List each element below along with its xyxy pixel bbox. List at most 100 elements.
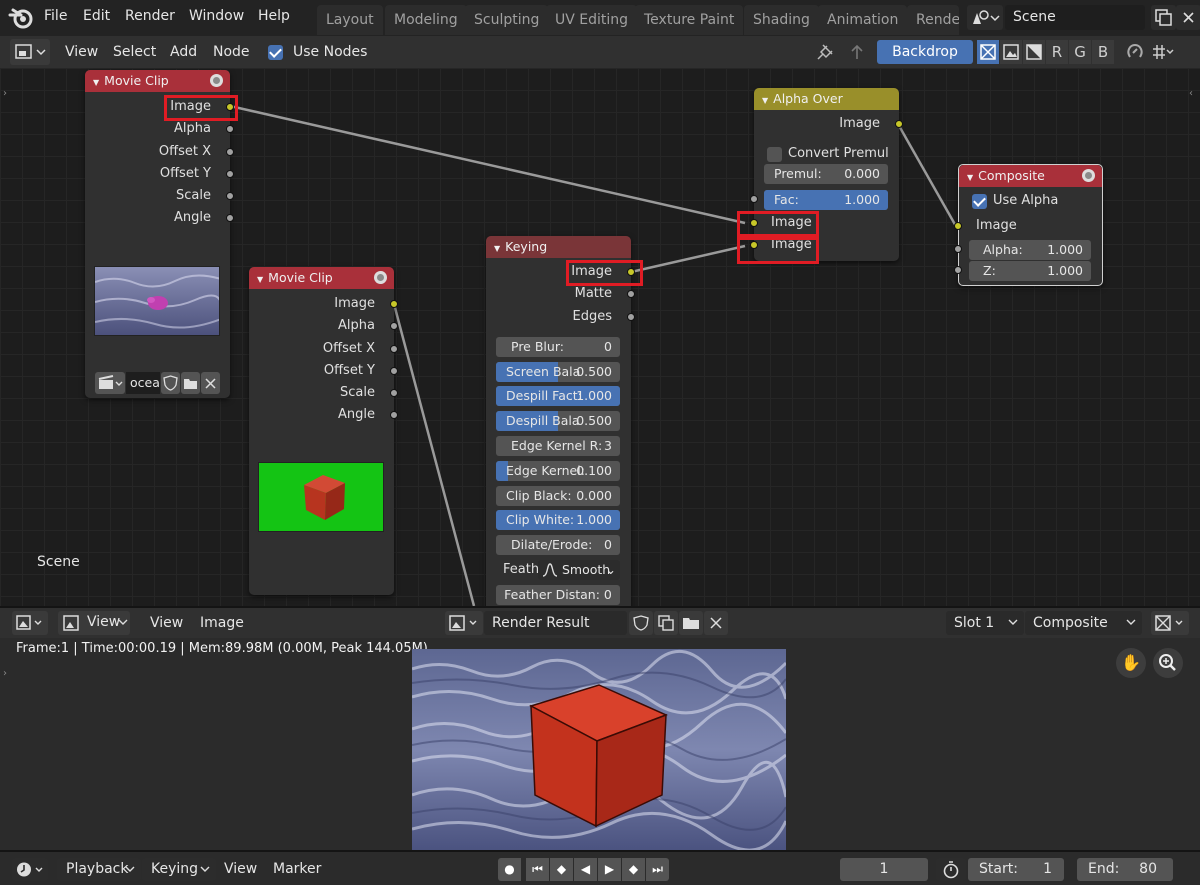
tab-shading[interactable]: Shading [744,5,819,35]
preview-toggle-icon[interactable] [210,74,223,87]
socket-scale[interactable] [390,389,398,397]
menu-file[interactable]: File [44,8,67,24]
tab-rendering[interactable]: Rende [907,5,959,35]
scene-selector-button[interactable] [967,5,1003,30]
backdrop-alpha-icon[interactable] [1023,40,1045,64]
tab-texture-paint[interactable]: Texture Paint [635,5,744,35]
socket-image-input[interactable] [954,222,962,230]
preview-toggle-icon[interactable] [1082,169,1095,182]
view-mode-dropdown[interactable]: View [58,611,130,635]
tab-modeling[interactable]: Modeling [385,5,467,35]
menu-view[interactable]: View [224,861,257,877]
jump-end-button[interactable]: ⏭ [646,858,669,881]
sidebar-expand-icon[interactable]: ‹ [1189,88,1193,99]
menu-node[interactable]: Node [213,44,250,60]
menu-view[interactable]: View [150,615,183,631]
pan-hand-icon[interactable]: ✋ [1116,648,1146,678]
play-reverse-button[interactable]: ◀ [574,858,597,881]
edge-kernel-radius-field[interactable]: Edge Kernel R: 3 [496,436,620,456]
prev-keyframe-button[interactable]: ◆ [550,858,573,881]
play-button[interactable]: ▶ [598,858,621,881]
unlink-clip-button[interactable] [201,372,220,394]
menu-marker[interactable]: Marker [273,861,321,877]
use-alpha-checkbox[interactable] [972,194,987,209]
composite-node[interactable]: ▼ Composite Use Alpha Image Alpha: 1.000 Z… [954,164,1103,286]
menu-help[interactable]: Help [258,8,290,24]
collapse-arrow-icon[interactable]: ▼ [967,173,973,182]
next-keyframe-button[interactable]: ◆ [622,858,645,881]
socket-alpha[interactable] [226,125,234,133]
fake-user-button[interactable] [629,611,653,635]
editor-type-button[interactable] [10,39,50,65]
menu-view[interactable]: View [65,44,98,60]
feather-distance-field[interactable]: Feather Distan: 0 [496,585,620,605]
zoom-icon[interactable] [1153,648,1183,678]
menu-edit[interactable]: Edit [83,8,110,24]
end-frame-field[interactable]: End: 80 [1077,858,1173,881]
record-keyframe-button[interactable]: ● [498,858,521,881]
current-frame-field[interactable]: 1 [840,858,928,881]
snap-element-icon[interactable] [1150,41,1176,63]
collapse-arrow-icon[interactable]: ▼ [93,78,99,87]
socket-angle[interactable] [226,214,234,222]
image-browse-button[interactable] [445,611,483,635]
collapse-arrow-icon[interactable]: ▼ [762,96,768,105]
node-title-bar[interactable]: ▼ Movie Clip [249,267,394,289]
clip-black-slider[interactable]: Clip Black: 0.000 [496,486,620,506]
display-channels-button[interactable] [1151,611,1189,635]
socket-angle[interactable] [390,411,398,419]
open-image-button[interactable] [679,611,703,635]
convert-premul-checkbox[interactable] [767,147,782,162]
clip-white-slider[interactable]: Clip White: 1.000 [496,510,620,530]
menu-image[interactable]: Image [200,615,244,631]
preview-range-button[interactable] [936,858,966,881]
tab-animation[interactable]: Animation [818,5,908,35]
tab-layout[interactable]: Layout [317,5,383,35]
use-nodes-checkbox[interactable] [268,45,283,60]
unlink-image-button[interactable] [704,611,728,635]
jump-start-button[interactable]: ⏮ [526,858,549,881]
feather-falloff-dropdown[interactable]: Smooth ⌄ [538,560,620,580]
socket-offset-y[interactable] [226,170,234,178]
editor-type-button[interactable] [12,611,48,635]
node-title-bar[interactable]: ▼ Composite [959,165,1102,187]
socket-offset-x[interactable] [390,345,398,353]
menu-add[interactable]: Add [170,44,197,60]
node-title-bar[interactable]: ▼ Movie Clip [85,70,230,92]
pin-icon[interactable] [815,41,837,63]
keying-node[interactable]: ▼ Keying Image Matte Edges Pre Blur: 0 Scr… [486,236,635,606]
clip-name-field[interactable]: ocea [126,372,160,394]
premul-field[interactable]: Premul: 0.000 [764,164,888,184]
fac-slider[interactable]: Fac: 1.000 [764,190,888,210]
despill-factor-slider[interactable]: Despill Fact: 1.000 [496,386,620,406]
edge-kernel-tolerance-slider[interactable]: Edge Kernel: 0.100 [496,461,620,481]
movie-clip-node-2[interactable]: ▼ Movie Clip Image Alpha Offset X Offset … [249,267,398,595]
socket-matte[interactable] [627,290,635,298]
node-title-bar[interactable]: ▼ Keying [486,236,631,258]
image-name-field[interactable]: Render Result [484,611,627,635]
collapse-arrow-icon[interactable]: ▼ [257,275,263,284]
menu-window[interactable]: Window [189,8,244,24]
socket-image[interactable] [390,300,398,308]
remove-scene-button[interactable] [1176,5,1200,30]
socket-edges[interactable] [627,313,635,321]
new-scene-button[interactable] [1151,5,1176,30]
alpha-field[interactable]: Alpha: 1.000 [969,240,1091,260]
socket-offset-x[interactable] [226,148,234,156]
slot-dropdown[interactable]: Slot 1 [946,611,1024,635]
node-editor-canvas[interactable]: › ‹ ▼ Movie Clip Image Alpha Offset X Off… [0,68,1200,606]
tab-uv-editing[interactable]: UV Editing [546,5,638,35]
collapse-arrow-icon[interactable]: ▼ [494,244,500,253]
channel-b-button[interactable]: B [1092,40,1114,64]
pre-blur-field[interactable]: Pre Blur: 0 [496,337,620,357]
keying-dropdown[interactable]: Keying [142,858,216,881]
toolbar-expand-icon[interactable]: › [3,88,7,99]
playback-dropdown[interactable]: Playback [57,858,141,881]
channel-g-button[interactable]: G [1069,40,1091,64]
scene-name-field[interactable]: Scene [1005,5,1145,30]
node-title-bar[interactable]: ▼ Alpha Over [754,88,899,110]
dilate-erode-field[interactable]: Dilate/Erode: 0 [496,535,620,555]
parent-node-tree-icon[interactable] [846,41,868,63]
socket-scale[interactable] [226,192,234,200]
socket-z-input[interactable] [954,266,962,274]
